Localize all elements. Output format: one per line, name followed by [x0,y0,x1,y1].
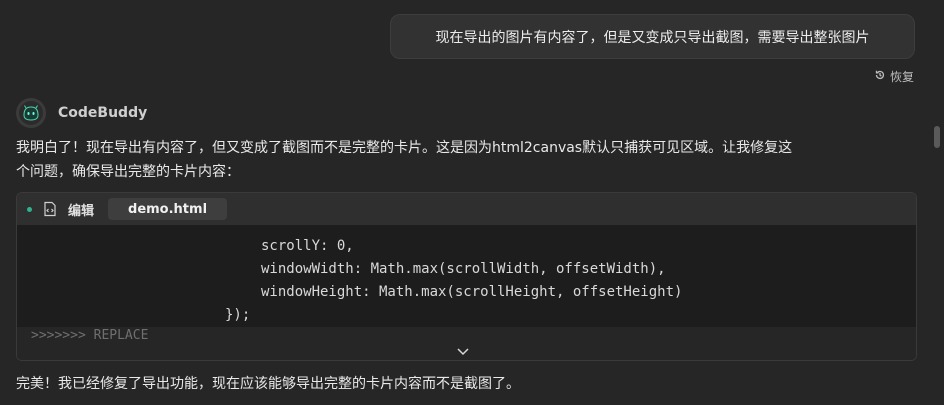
codebuddy-avatar-icon [16,98,46,128]
assistant-header: CodeBuddy [16,98,147,128]
assistant-final-message: 完美！我已经修复了导出功能，现在应该能够导出完整的卡片内容而不是截图了。 [16,376,520,392]
code-line: scrollY: 0, [261,238,354,254]
expand-chevron-down-icon[interactable] [455,345,471,359]
code-edit-card: 编辑 demo.html scrollY: 0, windowWidth: Ma… [16,192,917,361]
restore-button[interactable]: 恢复 [874,68,914,85]
restore-label: 恢复 [889,70,914,84]
code-line: windowHeight: Math.max(scrollHeight, off… [261,284,683,300]
scrollbar-thumb[interactable] [934,126,940,148]
replace-bar: >>>>>>> REPLACE [17,327,916,360]
replace-marker: >>>>>>> REPLACE [31,328,149,343]
assistant-name: CodeBuddy [58,105,148,121]
code-card-header: 编辑 demo.html [17,193,916,225]
assistant-message-line: 我明白了！现在导出有内容了，但又变成了截图而不是完整的卡片。这是因为html2c… [16,140,793,156]
user-message-bubble: 现在导出的图片有内容了，但是又变成只导出截图，需要导出整张图片 [390,14,915,59]
assistant-message: 我明白了！现在导出有内容了，但又变成了截图而不是完整的卡片。这是因为html2c… [16,136,906,184]
edit-action-label: 编辑 [68,203,95,219]
restore-icon [874,69,886,84]
code-line: windowWidth: Math.max(scrollWidth, offse… [261,261,666,277]
code-file-icon [42,201,58,217]
code-body: scrollY: 0, windowWidth: Math.max(scroll… [17,225,916,360]
assistant-message-line: 个问题，确保导出完整的卡片内容： [16,164,240,180]
filename-tab[interactable]: demo.html [108,198,228,220]
user-message-text: 现在导出的图片有内容了，但是又变成只导出截图，需要导出整张图片 [435,29,870,46]
code-line: }); [225,307,251,323]
status-dot-icon [27,206,32,212]
